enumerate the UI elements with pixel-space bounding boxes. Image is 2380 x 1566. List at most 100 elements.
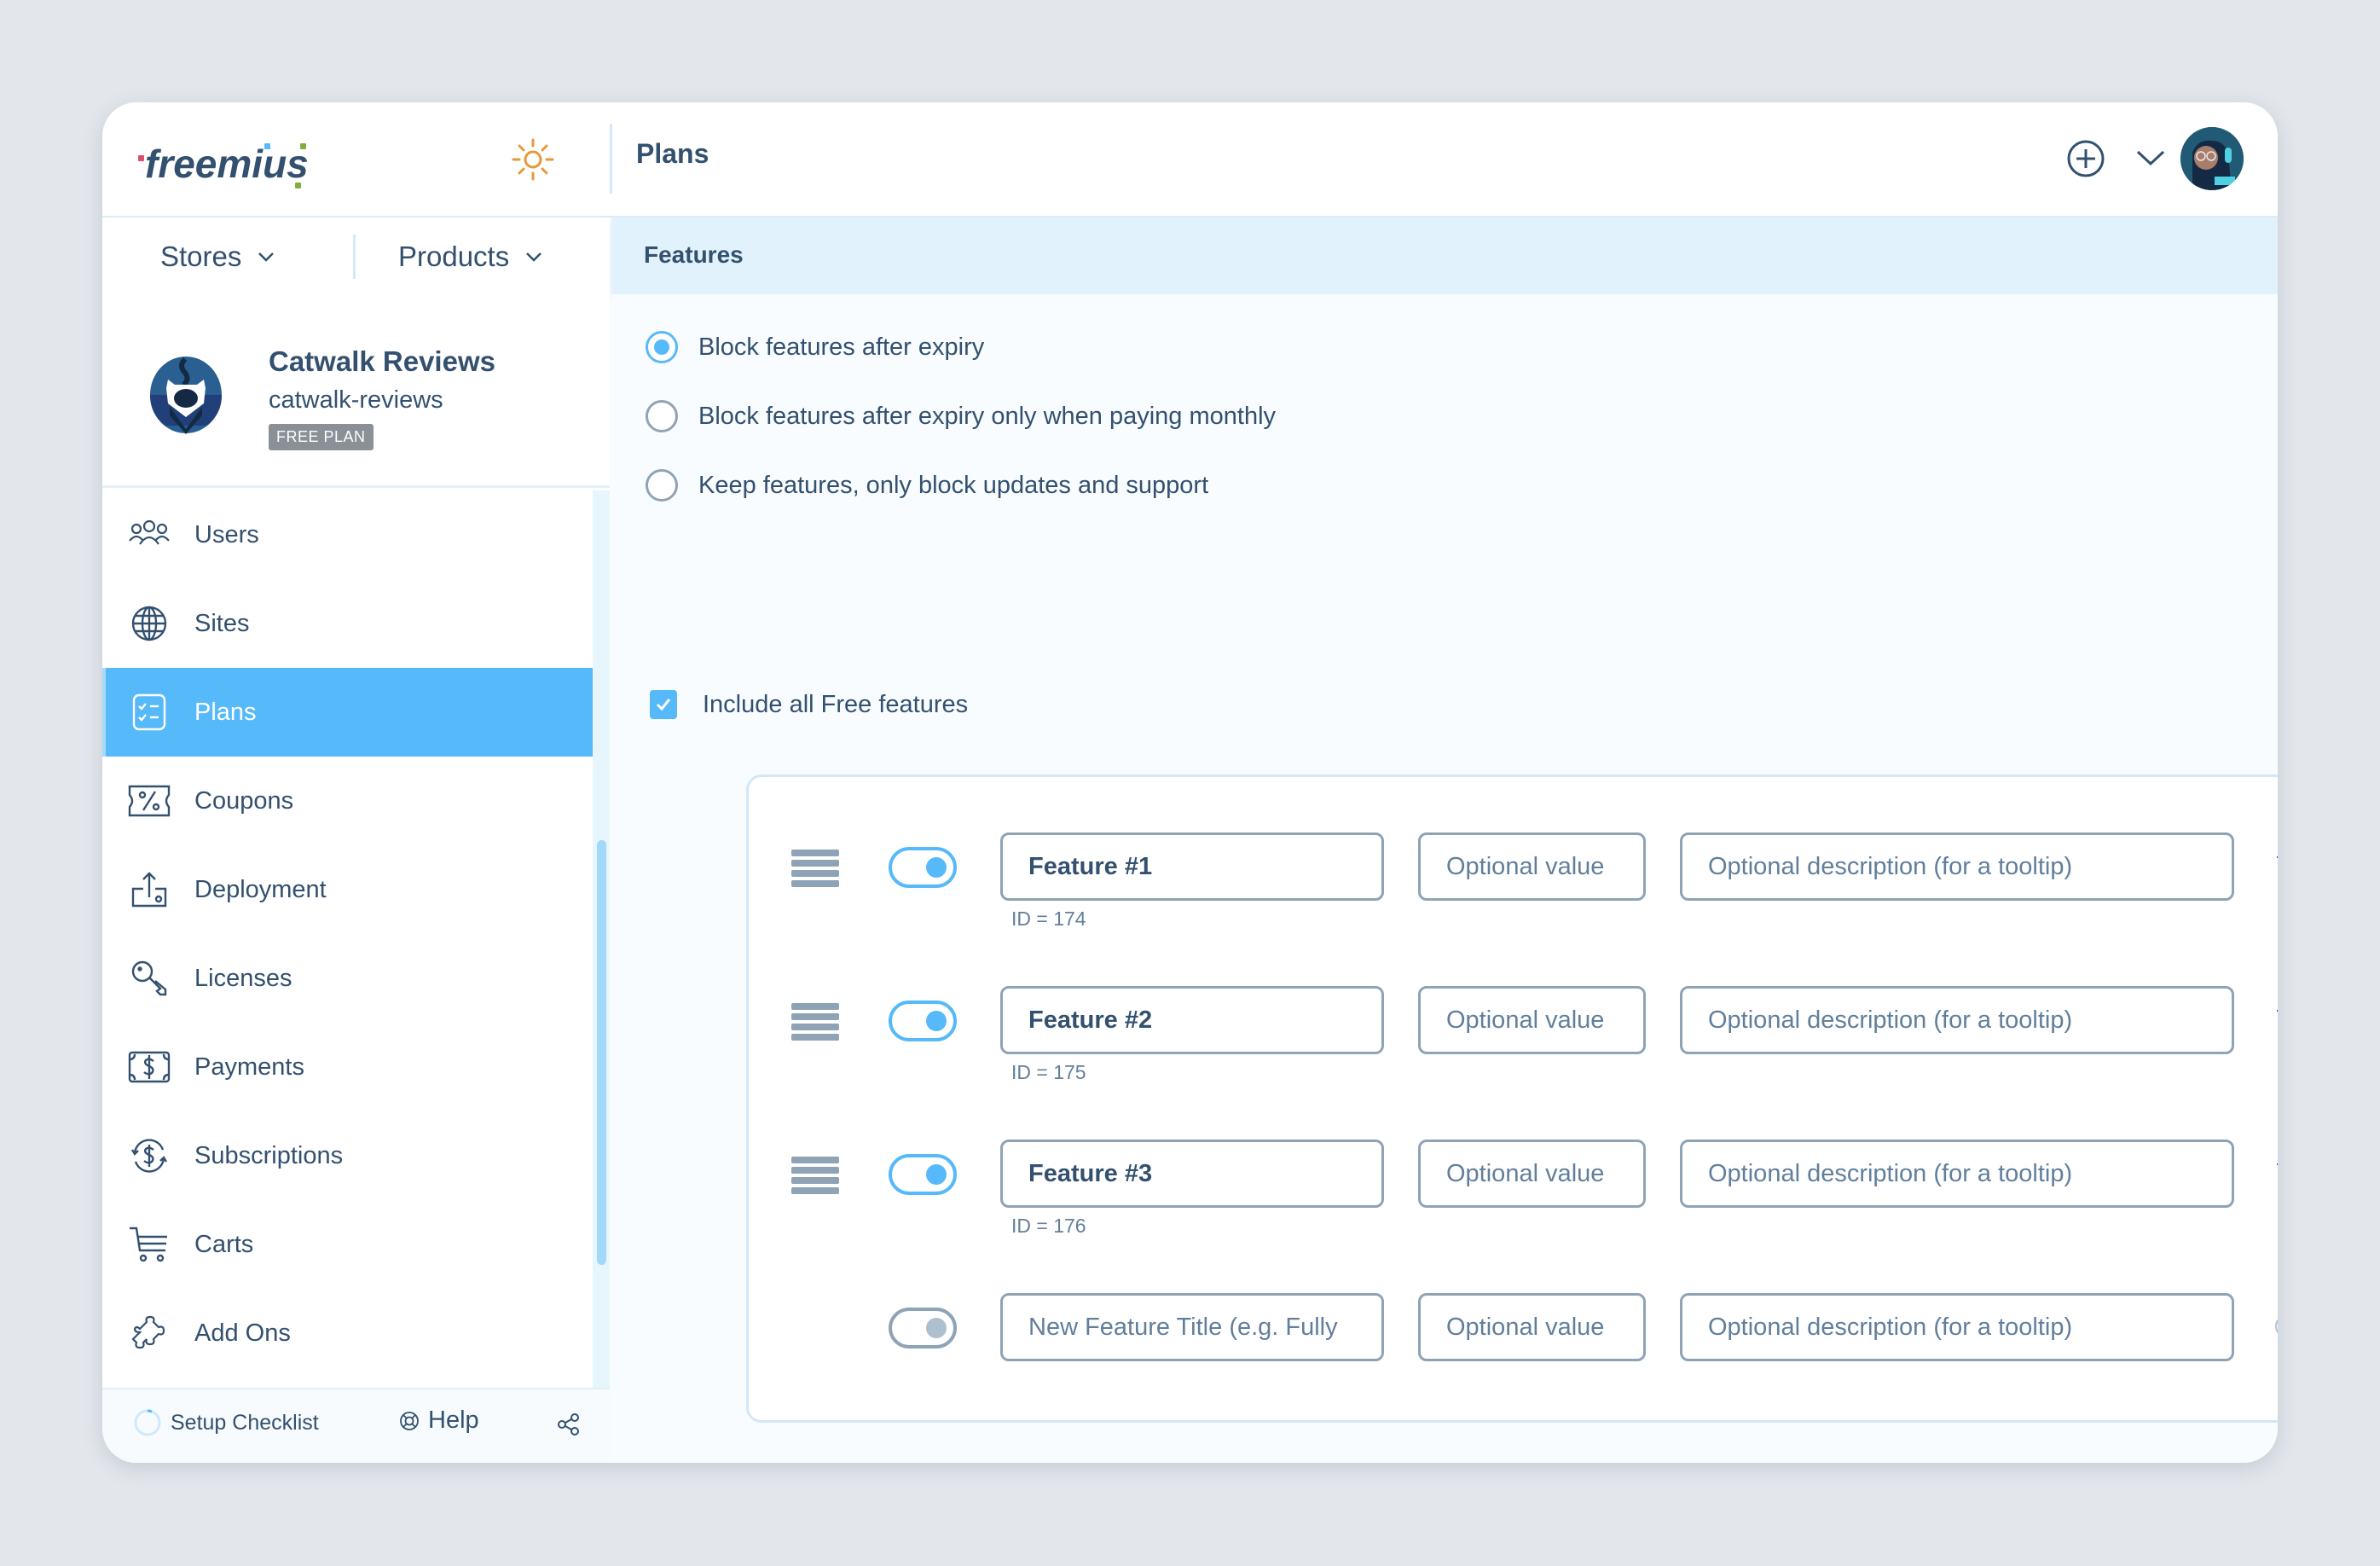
sidebar-item-plans[interactable]: Plans [102,668,593,757]
sidebar-item-label: Subscriptions [194,1141,344,1169]
radio-label: Keep features, only block updates and su… [698,471,1209,499]
feature-description-input[interactable] [1680,1140,2234,1208]
sidebar: Stores Products Catwalk Reviews catwalk-… [102,218,610,1463]
key-icon [126,957,172,1000]
sidebar-item-label: Coupons [194,786,294,815]
checkbox[interactable] [650,690,677,719]
new-feature-value-input[interactable] [1418,1293,1646,1361]
sidebar-item-licenses[interactable]: Licenses [102,934,593,1023]
chevron-down-icon[interactable] [2134,145,2168,171]
plan-badge: FREE PLAN [269,424,374,450]
sidebar-item-add-ons[interactable]: Add Ons [102,1289,593,1378]
checklist-icon [126,691,172,734]
lifebuoy-icon [400,1411,419,1430]
scrollbar-thumb[interactable] [597,840,606,1265]
help-button[interactable]: Help [399,1406,479,1435]
sidebar-item-label: Payments [194,1053,304,1081]
sidebar-item-payments[interactable]: Payments [102,1023,593,1111]
toggle-knob [926,1011,947,1031]
header-divider [610,124,612,194]
sun-icon[interactable] [510,136,556,183]
sidebar-item-subscriptions[interactable]: Subscriptions [102,1111,593,1200]
new-feature-title-input[interactable] [1000,1293,1384,1361]
feature-value-input[interactable] [1418,986,1646,1054]
add-feature-icon[interactable] [2273,1314,2278,1339]
feature-toggle[interactable] [889,847,957,888]
feature-description-input[interactable] [1680,832,2234,901]
stores-dropdown[interactable]: Stores [160,231,275,282]
drag-handle-icon[interactable] [791,1003,839,1041]
new-feature-description-input[interactable] [1680,1293,2234,1361]
sidebar-item-label: Licenses [194,964,292,992]
feature-toggle[interactable] [889,1154,957,1195]
features-section-header: Features [611,218,2278,294]
sidebar-item-users[interactable]: Users [102,490,593,579]
coupon-icon [126,780,172,822]
toggle-knob [926,1318,947,1338]
sidebar-scrollbar[interactable] [593,490,610,1388]
drag-handle-icon[interactable] [791,1157,839,1194]
features-list: ID = 174 ID = 175 ID = 176 [746,774,2278,1423]
feature-title-input[interactable] [1000,1140,1384,1208]
sidebar-item-label: Carts [194,1230,254,1258]
radio-block-monthly[interactable]: Block features after expiry only when pa… [646,400,1276,432]
globe-icon [126,602,172,645]
share-icon[interactable] [556,1412,582,1437]
stores-label: Stores [160,241,242,272]
sidebar-item-label: Plans [194,698,257,726]
feature-description-input[interactable] [1680,986,2234,1054]
progress-ring-icon [134,1409,161,1436]
product-name: Catwalk Reviews [269,345,495,377]
radio-button[interactable] [646,400,678,432]
feature-title-input[interactable] [1000,986,1384,1054]
radio-label: Block features after expiry [698,333,985,361]
include-free-features[interactable]: Include all Free features [650,690,968,719]
radio-block-after-expiry[interactable]: Block features after expiry [646,331,984,363]
radio-button[interactable] [646,331,678,363]
sidebar-item-label: Sites [194,609,250,637]
help-label: Help [428,1406,479,1434]
plus-circle-icon[interactable] [2064,136,2108,181]
cart-icon [126,1223,172,1266]
feature-toggle[interactable] [889,1000,957,1041]
product-slug: catwalk-reviews [269,386,443,414]
product-card[interactable]: Catwalk Reviews catwalk-reviews FREE PLA… [102,296,610,488]
freemius-logo[interactable]: freemius [136,133,316,193]
recurring-dollar-icon [126,1134,172,1177]
feature-toggle[interactable] [889,1308,957,1348]
drag-handle-icon[interactable] [791,850,839,887]
radio-button[interactable] [646,469,678,502]
sidebar-item-coupons[interactable]: Coupons [102,757,593,845]
sidebar-nav: Users Sites Plans Coupons Deployment Lic… [102,490,593,1378]
feature-value-input[interactable] [1418,1140,1646,1208]
sidebar-item-deployment[interactable]: Deployment [102,845,593,934]
toggle-knob [926,857,947,878]
trash-icon[interactable] [2275,851,2278,877]
feature-id: ID = 175 [1011,1061,1086,1083]
feature-row: ID = 175 [749,986,2278,1083]
chevron-down-icon [258,252,275,262]
sidebar-item-carts[interactable]: Carts [102,1200,593,1289]
setup-checklist-label: Setup Checklist [171,1410,319,1435]
new-feature-row [749,1293,2278,1361]
feature-row: ID = 176 [749,1140,2278,1237]
selector-divider [353,235,356,279]
trash-icon[interactable] [2275,1158,2278,1184]
main-content: Features Block features after expiry Blo… [611,218,2278,1463]
radio-label: Block features after expiry only when pa… [698,402,1277,430]
setup-checklist-button[interactable]: Setup Checklist [133,1408,319,1437]
sidebar-item-label: Add Ons [194,1319,291,1347]
toggle-knob [926,1164,947,1185]
section-title: Features [644,241,744,268]
feature-value-input[interactable] [1418,832,1646,901]
sidebar-item-sites[interactable]: Sites [102,579,593,668]
trash-icon[interactable] [2275,1005,2278,1030]
user-avatar[interactable] [2180,127,2244,190]
sidebar-item-label: Deployment [194,875,327,903]
products-dropdown[interactable]: Products [398,231,543,282]
radio-keep-features[interactable]: Keep features, only block updates and su… [646,469,1208,502]
banknote-icon [126,1046,172,1088]
checkbox-label: Include all Free features [703,690,969,718]
puzzle-icon [126,1312,172,1354]
feature-title-input[interactable] [1000,832,1384,901]
